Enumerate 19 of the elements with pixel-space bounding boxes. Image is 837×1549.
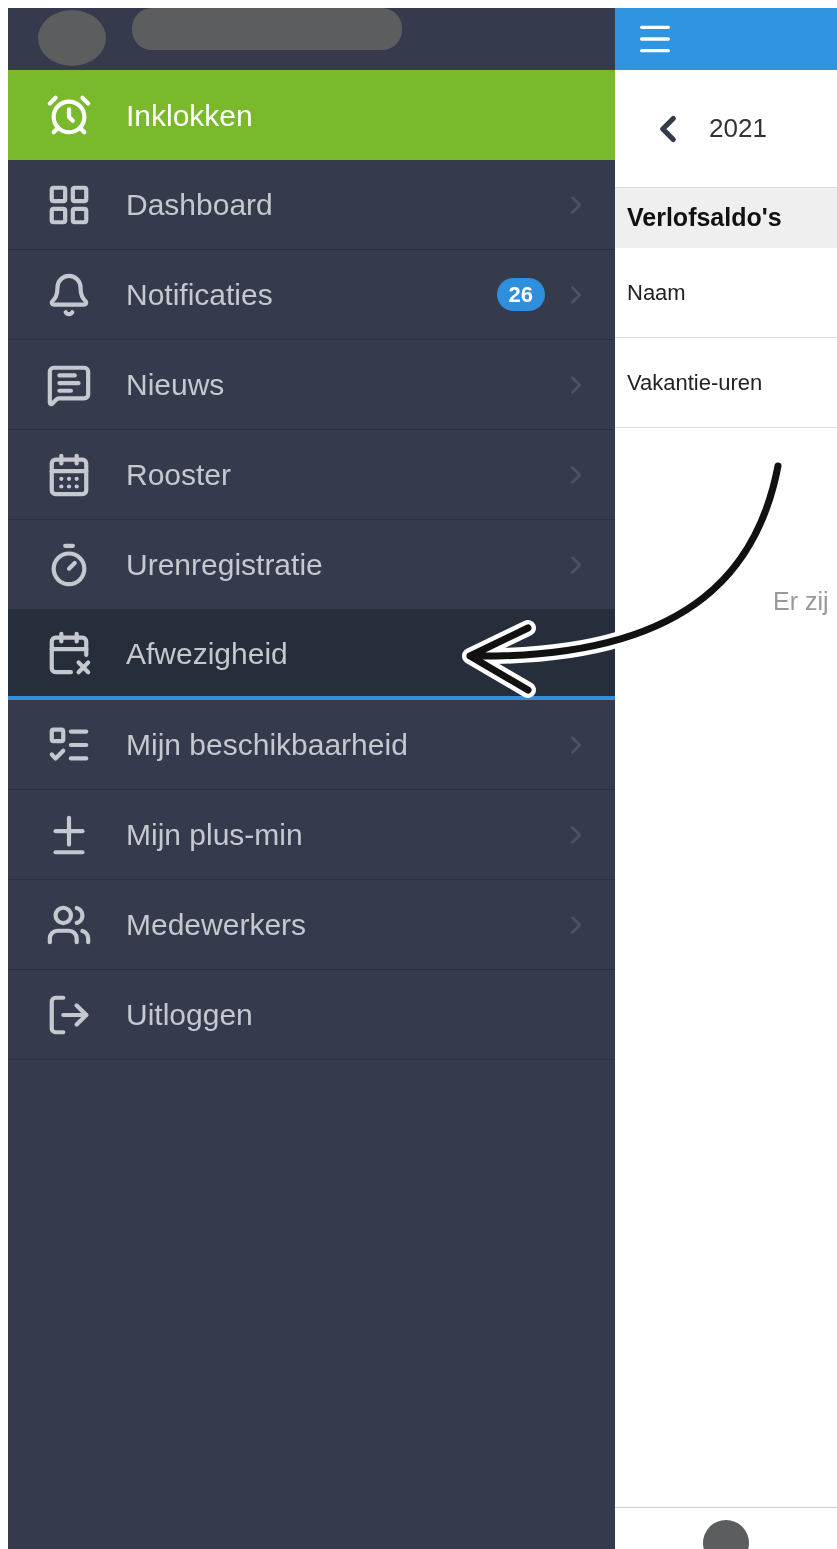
section-header: Verlofsaldo's	[615, 188, 837, 248]
menu-label: Uitloggen	[126, 997, 253, 1033]
table-row: Naam	[615, 248, 837, 338]
menu-label: Urenregistratie	[126, 547, 323, 583]
menu-label: Mijn beschikbaarheid	[126, 727, 408, 763]
menu-label: Dashboard	[126, 187, 273, 223]
menu-label: Rooster	[126, 457, 232, 493]
menu-label: Afwezigheid	[126, 635, 288, 672]
menu-label: Inklokken	[126, 97, 253, 134]
table-row: Vakantie-uren	[615, 338, 837, 428]
empty-message: Er zij	[773, 586, 830, 617]
menu-label: Mijn plus-min	[126, 817, 303, 853]
menu-label: Medewerkers	[126, 907, 307, 943]
menu-label: Notificaties	[126, 277, 273, 313]
avatar-icon	[703, 1520, 749, 1549]
menu-item[interactable]: Afwezigheid	[8, 610, 615, 700]
menu-label: Nieuws	[126, 367, 225, 403]
year-label: 2021	[709, 112, 767, 145]
notification-count: 26	[496, 278, 545, 311]
